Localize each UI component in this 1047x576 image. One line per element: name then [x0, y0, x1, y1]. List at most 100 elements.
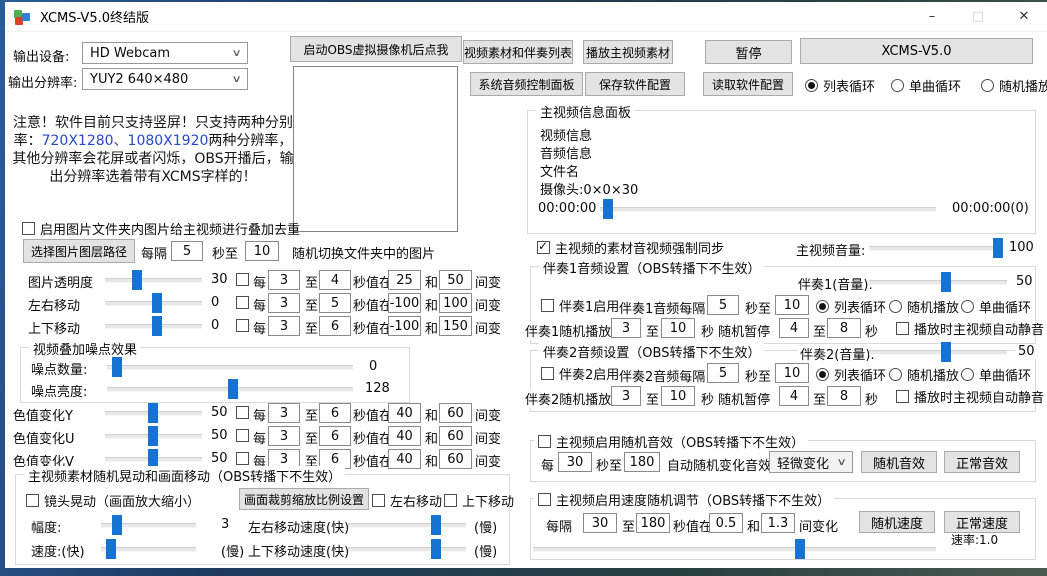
bgm2-enable-checkbox[interactable]: 伴奏2启用 [541, 364, 619, 383]
bgm2-from-input[interactable]: 5 [707, 363, 739, 383]
bgm1-mode-single-radio[interactable]: 单曲循环 [961, 297, 1031, 316]
sfx-to-input[interactable]: 180 [624, 452, 660, 472]
sfx-enable-checkbox[interactable]: 主视频启用随机音效（OBS转播下不生效） [534, 432, 808, 451]
pan-ud-checkbox[interactable]: 上下移动 [444, 491, 514, 510]
to-input[interactable]: 6 [319, 403, 351, 423]
choose-image-path-button[interactable]: 选择图片图层路径 [23, 239, 135, 263]
crop-scale-button[interactable]: 画面裁剪缩放比例设置 [239, 488, 369, 510]
opacity-slider[interactable] [105, 270, 202, 290]
speed-enable-checkbox[interactable]: 主视频启用速度随机调节（OBS转播下不生效） [534, 490, 834, 509]
bgm2-volume-slider[interactable] [869, 342, 1007, 362]
amplitude-slider[interactable] [101, 515, 196, 535]
auto-vary-checkbox[interactable] [236, 406, 249, 419]
from-input[interactable]: 3 [268, 293, 300, 313]
color-y-slider[interactable] [105, 403, 202, 423]
output-resolution-select[interactable]: YUY2 640×480 ∨ [82, 68, 248, 90]
pause-button[interactable]: 暂停 [705, 40, 792, 64]
max-input[interactable]: 150 [439, 316, 472, 336]
bgm1-enable-checkbox[interactable]: 伴奏1启用 [541, 296, 619, 315]
sfx-from-input[interactable]: 30 [558, 452, 592, 472]
bgm1-to-input[interactable]: 10 [775, 295, 809, 315]
noise-count-slider[interactable] [107, 357, 353, 377]
min-input[interactable]: -100 [388, 293, 421, 313]
mode-radio-random[interactable]: 随机播放 [981, 76, 1047, 95]
max-input[interactable]: 60 [439, 449, 472, 469]
status-listbox[interactable] [293, 66, 458, 232]
min-input[interactable]: -100 [388, 316, 421, 336]
mode-radio-list-loop[interactable]: 列表循环 [805, 76, 875, 95]
lr-speed-slider[interactable] [348, 515, 466, 535]
output-device-select[interactable]: HD Webcam ∨ [82, 42, 248, 64]
progress-slider[interactable] [600, 199, 936, 219]
speed-rate-slider[interactable] [533, 539, 936, 559]
minimize-icon[interactable]: – [909, 2, 955, 32]
bgm1-rto-input[interactable]: 10 [661, 318, 695, 338]
av-sync-checkbox[interactable]: 主视频的素材音视频强制同步 [537, 238, 724, 257]
bgm2-mode-list-radio[interactable]: 列表循环 [816, 365, 886, 384]
bgm2-mode-single-radio[interactable]: 单曲循环 [961, 365, 1031, 384]
material-list-button[interactable]: 视频素材和伴奏列表 [463, 40, 573, 64]
ud-speed-slider[interactable] [348, 539, 466, 559]
color-u-slider[interactable] [105, 426, 202, 446]
min-input[interactable]: 40 [388, 449, 421, 469]
min-input[interactable]: 25 [388, 270, 421, 290]
bgm2-mute-checkbox[interactable]: 播放时主视频自动静音 [896, 387, 1044, 406]
from-input[interactable]: 3 [268, 403, 300, 423]
interval-from-input[interactable]: 5 [171, 241, 203, 261]
max-input[interactable]: 60 [439, 403, 472, 423]
speed-from-input[interactable]: 30 [583, 513, 617, 533]
speed-normal-button[interactable]: 正常速度 [944, 511, 1020, 533]
maximize-icon[interactable]: □ [955, 2, 1001, 32]
noise-bright-slider[interactable] [107, 379, 353, 399]
to-input[interactable]: 6 [319, 316, 351, 336]
save-config-button[interactable]: 保存软件配置 [585, 72, 685, 96]
bgm1-mode-list-radio[interactable]: 列表循环 [816, 297, 886, 316]
min-input[interactable]: 40 [388, 426, 421, 446]
max-input[interactable]: 100 [439, 293, 472, 313]
auto-vary-checkbox[interactable] [236, 296, 249, 309]
bgm2-rto-input[interactable]: 10 [661, 386, 695, 406]
speed-to-input[interactable]: 180 [636, 513, 670, 533]
start-obs-button[interactable]: 启动OBS虚拟摄像机后点我 [290, 36, 462, 62]
pan-lr-checkbox[interactable]: 左右移动 [372, 491, 442, 510]
enable-image-overlay-checkbox[interactable]: 启用图片文件夹内图片给主视频进行叠加去重 [22, 219, 300, 238]
speed-max-input[interactable]: 1.3 [761, 513, 795, 533]
h-move-slider[interactable] [105, 293, 202, 313]
bgm2-rfrom-input[interactable]: 3 [611, 386, 641, 406]
bgm1-rfrom-input[interactable]: 3 [611, 318, 641, 338]
xcms-button[interactable]: XCMS-V5.0 [800, 38, 1033, 64]
bgm1-mode-random-radio[interactable]: 随机播放 [889, 297, 959, 316]
play-main-button[interactable]: 播放主视频素材 [583, 40, 673, 64]
main-volume-slider[interactable] [869, 238, 1002, 258]
sfx-preset-select[interactable]: 轻微变化 ∨ [769, 451, 853, 473]
bgm1-pto-input[interactable]: 8 [827, 318, 861, 338]
from-input[interactable]: 3 [268, 270, 300, 290]
to-input[interactable]: 5 [319, 293, 351, 313]
max-input[interactable]: 50 [439, 270, 472, 290]
bgm1-volume-slider[interactable] [869, 272, 1007, 292]
shake-speed-slider[interactable] [101, 539, 196, 559]
bgm2-pto-input[interactable]: 8 [827, 386, 861, 406]
lens-shake-checkbox[interactable]: 镜头晃动（画面放大缩小） [26, 491, 200, 510]
bgm1-mute-checkbox[interactable]: 播放时主视频自动静音 [896, 319, 1044, 338]
bgm2-mode-random-radio[interactable]: 随机播放 [889, 365, 959, 384]
bgm2-to-input[interactable]: 10 [775, 363, 809, 383]
from-input[interactable]: 3 [268, 316, 300, 336]
to-input[interactable]: 6 [319, 426, 351, 446]
close-icon[interactable]: ✕ [1001, 2, 1047, 32]
load-config-button[interactable]: 读取软件配置 [703, 72, 793, 96]
mode-radio-single-loop[interactable]: 单曲循环 [891, 76, 961, 95]
max-input[interactable]: 60 [439, 426, 472, 446]
speed-min-input[interactable]: 0.5 [709, 513, 743, 533]
auto-vary-checkbox[interactable] [236, 452, 249, 465]
sfx-normal-button[interactable]: 正常音效 [944, 451, 1020, 473]
auto-vary-checkbox[interactable] [236, 429, 249, 442]
sfx-random-button[interactable]: 随机音效 [861, 451, 937, 473]
speed-random-button[interactable]: 随机速度 [859, 511, 935, 533]
min-input[interactable]: 40 [388, 403, 421, 423]
auto-vary-checkbox[interactable] [236, 273, 249, 286]
v-move-slider[interactable] [105, 316, 202, 336]
auto-vary-checkbox[interactable] [236, 319, 249, 332]
bgm1-pfrom-input[interactable]: 4 [779, 318, 809, 338]
bgm2-pfrom-input[interactable]: 4 [779, 386, 809, 406]
